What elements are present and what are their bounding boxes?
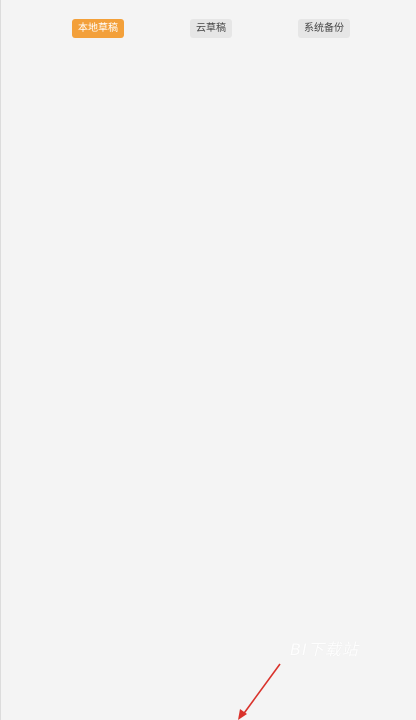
red-arrow-icon: [238, 663, 281, 720]
tab-cloud-drafts[interactable]: 云草稿: [190, 19, 232, 38]
left-edge-divider: [0, 0, 1, 720]
draft-tab-bar: 本地草稿 云草稿 系统备份: [0, 19, 416, 39]
tab-system-backup[interactable]: 系统备份: [298, 19, 350, 38]
tab-local-drafts[interactable]: 本地草稿: [72, 19, 124, 38]
watermark-text: BI下载站: [290, 640, 359, 659]
